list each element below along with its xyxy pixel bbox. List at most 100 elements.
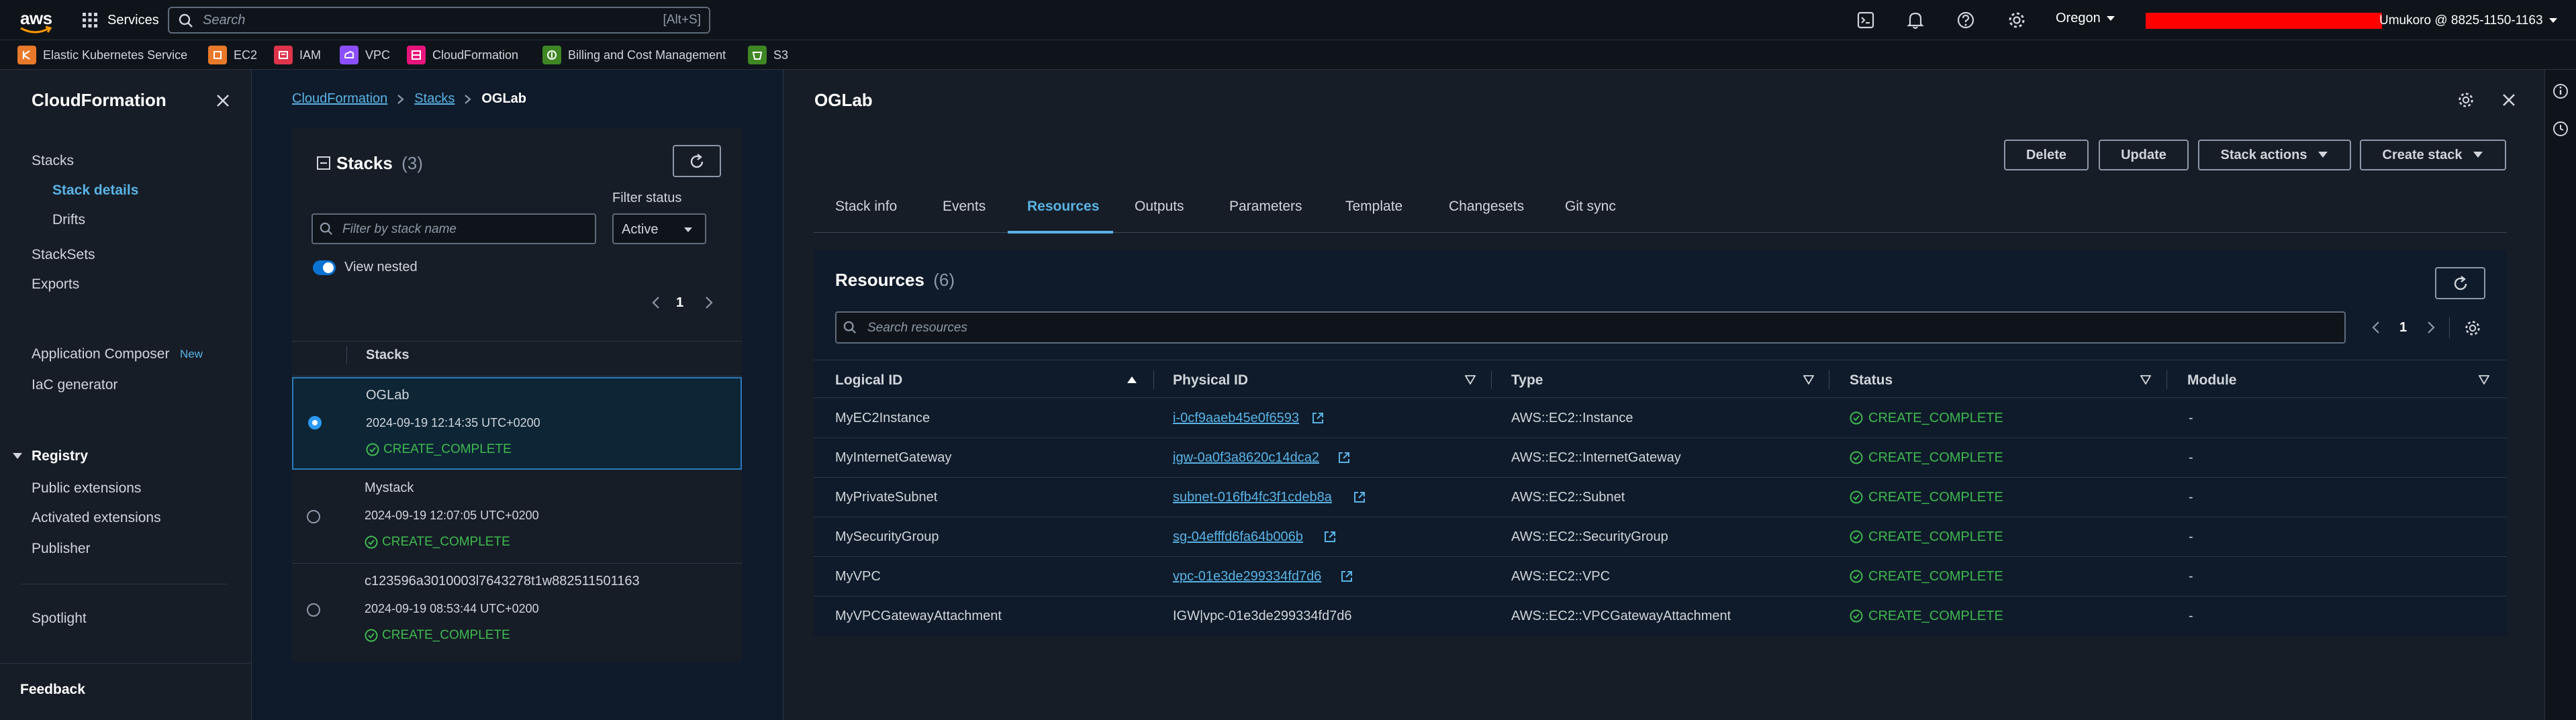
favorite-ec2[interactable]: EC2 <box>208 44 257 66</box>
page-number[interactable]: 1 <box>676 295 683 311</box>
caret-down-icon[interactable] <box>12 452 23 460</box>
cell-physical-id-link[interactable]: igw-0a0f3a8620c14dca2 <box>1173 450 1319 466</box>
bell-icon[interactable] <box>1907 11 1924 30</box>
filter-icon[interactable] <box>2479 375 2489 384</box>
sidebar-item-exports[interactable]: Exports <box>32 276 79 293</box>
stack-name[interactable]: c123596a3010003l7643278t1w882511501163 <box>365 574 640 589</box>
favorite-eks[interactable]: Elastic Kubernetes Service <box>17 44 187 66</box>
collapse-icon[interactable] <box>317 156 330 170</box>
column-module[interactable]: Module <box>2187 372 2237 389</box>
account-menu[interactable]: Umukoro @ 8825-1150-1163 <box>2146 9 2558 32</box>
column-logical-id[interactable]: Logical ID <box>835 372 902 389</box>
breadcrumb-cloudformation[interactable]: CloudFormation <box>292 91 387 107</box>
favorite-s3[interactable]: S3 <box>748 44 788 66</box>
column-type[interactable]: Type <box>1511 372 1543 389</box>
search-box[interactable]: Search [Alt+S] <box>168 7 710 34</box>
refresh-button[interactable] <box>673 145 721 177</box>
breadcrumb-stacks[interactable]: Stacks <box>414 91 455 107</box>
external-link-icon[interactable] <box>1340 570 1353 583</box>
sidebar-item-spotlight[interactable]: Spotlight <box>32 611 87 627</box>
cell-physical-id-link[interactable]: i-0cf9aaeb45e0f6593 <box>1173 411 1299 426</box>
stack-actions-button[interactable]: Stack actions <box>2198 140 2351 170</box>
settings-icon[interactable] <box>2464 319 2481 337</box>
update-button[interactable]: Update <box>2099 140 2189 170</box>
cell-logical-id: MyPrivateSubnet <box>835 490 938 505</box>
sidebar-item-activated-extensions[interactable]: Activated extensions <box>32 510 161 526</box>
filter-stack-input[interactable]: Filter by stack name <box>312 213 596 244</box>
external-link-icon[interactable] <box>1353 491 1366 504</box>
chevron-right-icon[interactable] <box>2426 321 2436 334</box>
gear-icon[interactable] <box>2007 11 2026 30</box>
external-link-icon[interactable] <box>1311 411 1325 425</box>
tab-parameters[interactable]: Parameters <box>1229 199 1302 215</box>
delete-button[interactable]: Delete <box>2004 140 2089 170</box>
list-item[interactable]: Mystack 2024-09-19 12:07:05 UTC+0200 CRE… <box>292 471 742 564</box>
region-selector[interactable]: Oregon <box>2056 11 2115 26</box>
cell-physical-id-link[interactable]: sg-04efffd6fa64b006b <box>1173 529 1303 545</box>
history-icon[interactable] <box>2553 121 2569 137</box>
sidebar-item-stacksets[interactable]: StackSets <box>32 247 95 263</box>
tab-resources[interactable]: Resources <box>1027 199 1099 215</box>
filter-status-select[interactable]: Active <box>612 213 706 244</box>
resources-heading: Resources (6) <box>835 270 955 290</box>
external-link-icon[interactable] <box>1337 451 1351 464</box>
sidebar-item-drifts[interactable]: Drifts <box>52 212 85 228</box>
services-menu[interactable]: Services <box>82 9 159 31</box>
favorite-iam[interactable]: IAM <box>274 44 321 66</box>
refresh-button[interactable] <box>2435 267 2485 299</box>
sidebar-item-publisher[interactable]: Publisher <box>32 541 91 557</box>
tab-template[interactable]: Template <box>1345 199 1402 215</box>
info-icon[interactable] <box>2553 83 2569 99</box>
stack-name[interactable]: OGLab <box>366 388 409 403</box>
cell-logical-id: MyVPC <box>835 569 881 584</box>
gear-icon[interactable] <box>2457 91 2475 109</box>
radio-unselected[interactable] <box>307 603 320 617</box>
page-number[interactable]: 1 <box>2399 320 2407 336</box>
chevron-left-icon[interactable] <box>651 296 661 309</box>
feedback-link[interactable]: Feedback <box>20 682 85 698</box>
tab-git-sync[interactable]: Git sync <box>1565 199 1616 215</box>
favorite-billing[interactable]: Billing and Cost Management <box>542 44 726 66</box>
sidebar-item-iac-generator[interactable]: IaC generator <box>32 377 117 393</box>
create-stack-button[interactable]: Create stack <box>2360 140 2506 170</box>
sidebar-item-public-extensions[interactable]: Public extensions <box>32 480 141 497</box>
sidebar-item-stack-details[interactable]: Stack details <box>52 183 138 199</box>
close-icon[interactable] <box>215 93 231 109</box>
chevron-left-icon[interactable] <box>2371 321 2381 334</box>
cloudshell-icon[interactable] <box>1857 11 1874 29</box>
filter-icon[interactable] <box>1465 375 1476 384</box>
cell-logical-id: MyEC2Instance <box>835 411 931 425</box>
favorite-cloudformation[interactable]: CloudFormation <box>407 44 518 66</box>
search-resources-input[interactable]: Search resources <box>835 311 2346 344</box>
chevron-right-icon[interactable] <box>704 296 714 309</box>
view-nested-toggle[interactable] <box>313 260 336 275</box>
filter-icon[interactable] <box>1803 375 1814 384</box>
detail-title: OGLab <box>814 90 873 110</box>
top-navigation-bar: aws Services Search [Alt+S] Oregon Umuko… <box>0 0 2576 40</box>
list-item[interactable]: OGLab 2024-09-19 12:14:35 UTC+0200 CREAT… <box>292 377 742 470</box>
list-item[interactable]: c123596a3010003l7643278t1w882511501163 2… <box>292 564 742 658</box>
sidebar-item-application-composer[interactable]: Application Composer <box>32 346 169 362</box>
column-physical-id[interactable]: Physical ID <box>1173 372 1248 389</box>
tab-outputs[interactable]: Outputs <box>1135 199 1184 215</box>
tab-events[interactable]: Events <box>943 199 986 215</box>
filter-icon[interactable] <box>2140 375 2151 384</box>
aws-logo[interactable]: aws <box>17 5 55 35</box>
help-icon[interactable] <box>1956 11 1975 30</box>
cell-physical-id-link[interactable]: vpc-01e3de299334fd7d6 <box>1173 569 1321 584</box>
registry-section[interactable]: Registry <box>32 448 88 464</box>
sidenav-title[interactable]: CloudFormation <box>32 90 166 111</box>
radio-unselected[interactable] <box>307 510 320 523</box>
tab-stack-info[interactable]: Stack info <box>835 199 897 215</box>
external-link-icon[interactable] <box>1323 530 1337 544</box>
sidebar-item-stacks[interactable]: Stacks <box>32 153 74 169</box>
cell-physical-id-link[interactable]: subnet-016fb4fc3f1cdeb8a <box>1173 490 1332 505</box>
sort-ascending-icon[interactable] <box>1127 376 1137 384</box>
column-status[interactable]: Status <box>1850 372 1893 389</box>
close-icon[interactable] <box>2501 92 2517 108</box>
favorite-vpc[interactable]: VPC <box>340 44 390 66</box>
refresh-icon <box>2454 276 2467 291</box>
stack-name[interactable]: Mystack <box>365 480 414 496</box>
radio-selected[interactable] <box>308 416 322 429</box>
tab-changesets[interactable]: Changesets <box>1449 199 1524 215</box>
